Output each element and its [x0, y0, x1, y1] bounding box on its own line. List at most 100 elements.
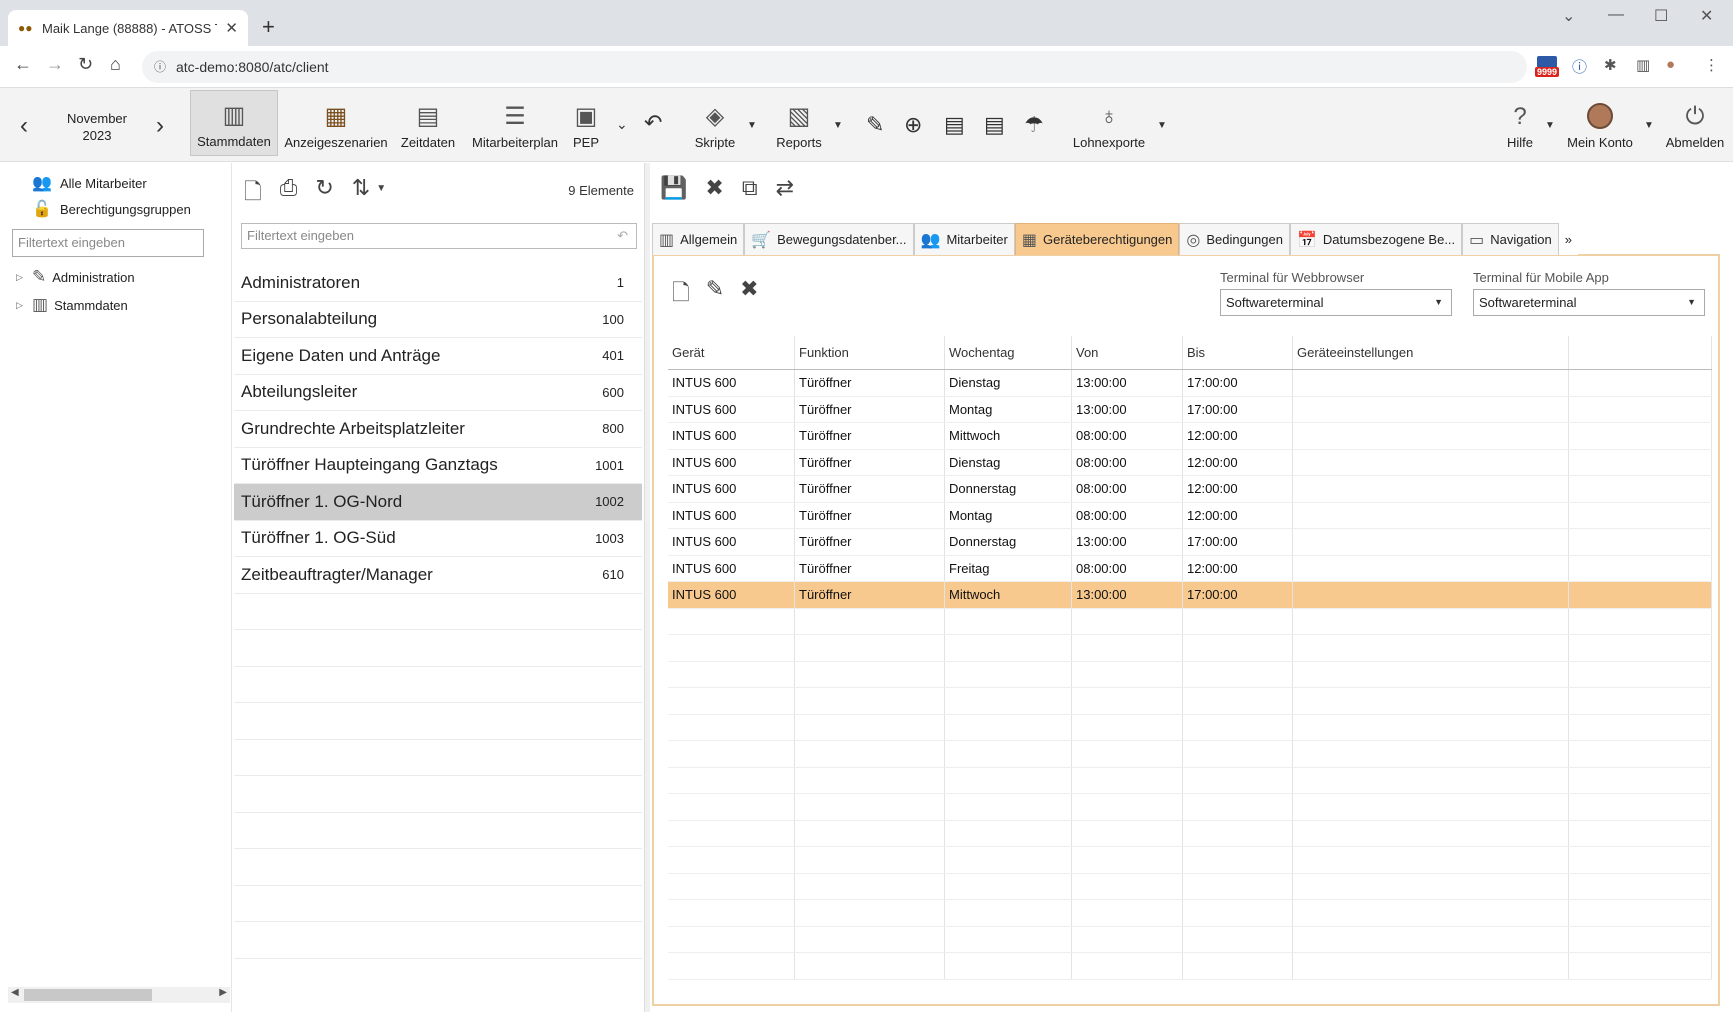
list-item[interactable]: Eigene Daten und Anträge 401	[234, 338, 642, 375]
medical-icon[interactable]: ⊕	[904, 112, 922, 138]
table-row[interactable]: INTUS 600 Türöffner Freitag 08:00:00 12:00:0…	[668, 555, 1712, 582]
list-item[interactable]: Administratoren 1	[234, 265, 642, 302]
list-item[interactable]: Türöffner Haupteingang Ganztags 1001	[234, 448, 642, 484]
document-icon[interactable]: ▤	[944, 112, 965, 138]
toolbar-anzeigeszenarien[interactable]: ▦ Anzeigeszenarien	[284, 90, 388, 156]
checklist-icon[interactable]: ✎	[866, 112, 884, 138]
column-header[interactable]: Geräteeinstellungen	[1293, 336, 1569, 369]
save-icon[interactable]: 💾	[660, 175, 687, 201]
vacation-icon[interactable]: ☂	[1024, 112, 1044, 138]
skripte-dropdown-icon[interactable]: ▼	[747, 120, 757, 131]
replace-icon[interactable]: ⇄	[776, 175, 794, 201]
password-manager-icon[interactable]: ⓘ	[1572, 56, 1587, 77]
minimize-icon[interactable]: —	[1608, 6, 1624, 24]
tab-mitarbeiter[interactable]: 👥 Mitarbeiter	[913, 223, 1015, 255]
print-icon[interactable]: ⎙	[280, 175, 298, 213]
extensions-icon[interactable]: ✱	[1604, 56, 1617, 74]
edit-entry-icon[interactable]: ✎	[706, 276, 724, 314]
list-item-selected[interactable]: Türöffner 1. OG-Nord 1002	[234, 484, 642, 521]
tab-allgemein[interactable]: ▥ Allgemein	[652, 223, 745, 255]
toolbar-reports[interactable]: ▧ Reports	[772, 90, 826, 156]
tree-item-stammdaten[interactable]: ▷ ▥ Stammdaten	[16, 295, 128, 315]
sort-icon[interactable]: ⇅	[352, 175, 370, 213]
left-filter-input[interactable]: Filtertext eingeben	[12, 229, 204, 257]
toolbar-abmelden[interactable]: ⏻ Abmelden	[1662, 90, 1728, 156]
side-panel-icon[interactable]: ▥	[1636, 56, 1650, 74]
list-item[interactable]: Türöffner 1. OG-Süd 1003	[234, 521, 642, 557]
more-tabs-icon[interactable]: »	[1558, 223, 1578, 255]
column-header[interactable]: Von	[1072, 336, 1183, 369]
column-header[interactable]	[1569, 336, 1712, 369]
tab-geraeteberechtigungen[interactable]: ▦ Geräteberechtigungen	[1014, 223, 1180, 255]
table-row[interactable]: INTUS 600 Türöffner Montag 08:00:00 12:00:00	[668, 502, 1712, 529]
scroll-left-icon[interactable]: ◀	[11, 987, 19, 998]
lohnexporte-dropdown-icon[interactable]: ▼	[1157, 120, 1167, 131]
site-info-icon[interactable]: ⓘ	[154, 51, 166, 83]
column-header[interactable]: Wochentag	[945, 336, 1072, 369]
close-tab-icon[interactable]: ✕	[225, 19, 238, 37]
delete-icon[interactable]: ✖	[705, 175, 723, 201]
toolbar-lohnexporte[interactable]: ♁ Lohnexporte	[1068, 90, 1150, 156]
toolbar-pep[interactable]: ▣ PEP	[568, 90, 604, 156]
delete-entry-icon[interactable]: ✖	[740, 276, 758, 314]
month-display[interactable]: November 2023	[60, 110, 134, 144]
url-bar[interactable]: ⓘ atc-demo:8080/atc/client	[142, 51, 1527, 83]
mobile-terminal-select[interactable]: Softwareterminal ▼	[1473, 289, 1705, 316]
table-row[interactable]: INTUS 600 Türöffner Montag 13:00:00 17:00:00	[668, 396, 1712, 423]
list-item[interactable]: Abteilungsleiter 600	[234, 375, 642, 411]
pep-dropdown-icon[interactable]: ⌄	[616, 116, 628, 133]
close-window-icon[interactable]: ✕	[1700, 6, 1713, 26]
tab-bewegungsdatenberechtigungen[interactable]: 🛒 Bewegungsdatenber...	[744, 223, 914, 255]
tree-item-administration[interactable]: ▷ ✎ Administration	[16, 267, 135, 287]
copy-icon[interactable]: ⧉	[742, 175, 758, 201]
toolbar-hilfe[interactable]: ? Hilfe	[1500, 90, 1540, 156]
table-row[interactable]: INTUS 600 Türöffner Dienstag 08:00:00 12:00:…	[668, 449, 1712, 476]
reports-dropdown-icon[interactable]: ▼	[833, 120, 843, 131]
toolbar-mitarbeiterplan[interactable]: ☰ Mitarbeiterplan	[468, 90, 562, 156]
table-row[interactable]: INTUS 600 Türöffner Mittwoch 08:00:00 12:00:…	[668, 423, 1712, 450]
nav-all-employees[interactable]: 👥 Alle Mitarbeiter	[30, 173, 147, 193]
column-header[interactable]: Funktion	[795, 336, 945, 369]
previous-month-icon[interactable]: ‹	[20, 112, 28, 140]
refresh-icon[interactable]: ↻	[315, 175, 333, 213]
new-tab-icon[interactable]: +	[262, 14, 275, 40]
tab-search-icon[interactable]: ⌄	[1562, 6, 1575, 26]
reload-icon[interactable]: ↻	[78, 54, 93, 75]
sort-dropdown-icon[interactable]: ▼	[376, 183, 386, 213]
browser-menu-icon[interactable]: ⋮	[1704, 56, 1719, 74]
document-lines-icon[interactable]: ▤	[984, 112, 1005, 138]
horizontal-scrollbar[interactable]: ◀ ▶	[8, 987, 230, 1003]
tab-navigation[interactable]: ▭ Navigation	[1462, 223, 1559, 255]
table-row[interactable]: INTUS 600 Türöffner Donnerstag 13:00:00 17:0…	[668, 529, 1712, 556]
toolbar-zeitdaten[interactable]: ▤ Zeitdaten	[396, 90, 460, 156]
tab-bedingungen[interactable]: ◎ Bedingungen	[1179, 223, 1290, 255]
tab-datumsbezogene-berechtigungen[interactable]: 📅 Datumsbezogene Be...	[1289, 223, 1463, 255]
toolbar-stammdaten[interactable]: ▥ Stammdaten	[190, 90, 278, 156]
list-item[interactable]: Personalabteilung 100	[234, 302, 642, 338]
clear-filter-icon[interactable]: ↶	[617, 224, 628, 248]
forward-icon[interactable]: →	[46, 54, 64, 75]
maximize-icon[interactable]: ☐	[1654, 6, 1668, 26]
list-filter-input[interactable]: Filtertext eingeben ↶	[241, 223, 637, 249]
scroll-right-icon[interactable]: ▶	[219, 987, 227, 998]
back-icon[interactable]: ←	[14, 54, 32, 75]
nav-permission-groups[interactable]: 🔓 Berechtigungsgruppen	[30, 199, 191, 219]
column-header[interactable]: Gerät	[668, 336, 795, 369]
toolbar-mein-konto[interactable]: Mein Konto	[1562, 90, 1638, 156]
table-row[interactable]: INTUS 600 Türöffner Donnerstag 08:00:00 12:0…	[668, 476, 1712, 503]
expand-icon[interactable]: ▷	[16, 272, 26, 283]
table-row[interactable]: INTUS 600 Türöffner Mittwoch 13:00:00 17:00:…	[668, 582, 1712, 609]
home-icon[interactable]: ⌂	[110, 54, 121, 75]
profile-icon[interactable]: ●	[1666, 56, 1675, 73]
expand-icon[interactable]: ▷	[16, 300, 26, 311]
list-item[interactable]: Zeitbeauftragter/Manager 610	[234, 557, 642, 594]
undo-icon[interactable]: ↶	[644, 110, 662, 136]
list-item[interactable]: Grundrechte Arbeitsplatzleiter 800	[234, 411, 642, 448]
toolbar-skripte[interactable]: ◈ Skripte	[688, 90, 742, 156]
table-row[interactable]: INTUS 600 Türöffner Dienstag 13:00:00 17:00:…	[668, 370, 1712, 397]
scroll-thumb[interactable]	[24, 989, 152, 1001]
next-month-icon[interactable]: ›	[156, 112, 164, 140]
column-header[interactable]: Bis	[1183, 336, 1293, 369]
mail-extension-icon[interactable]: 9999	[1535, 56, 1561, 78]
browser-tab[interactable]: ●● Maik Lange (88888) - ATOSS Tim ✕	[8, 10, 248, 46]
